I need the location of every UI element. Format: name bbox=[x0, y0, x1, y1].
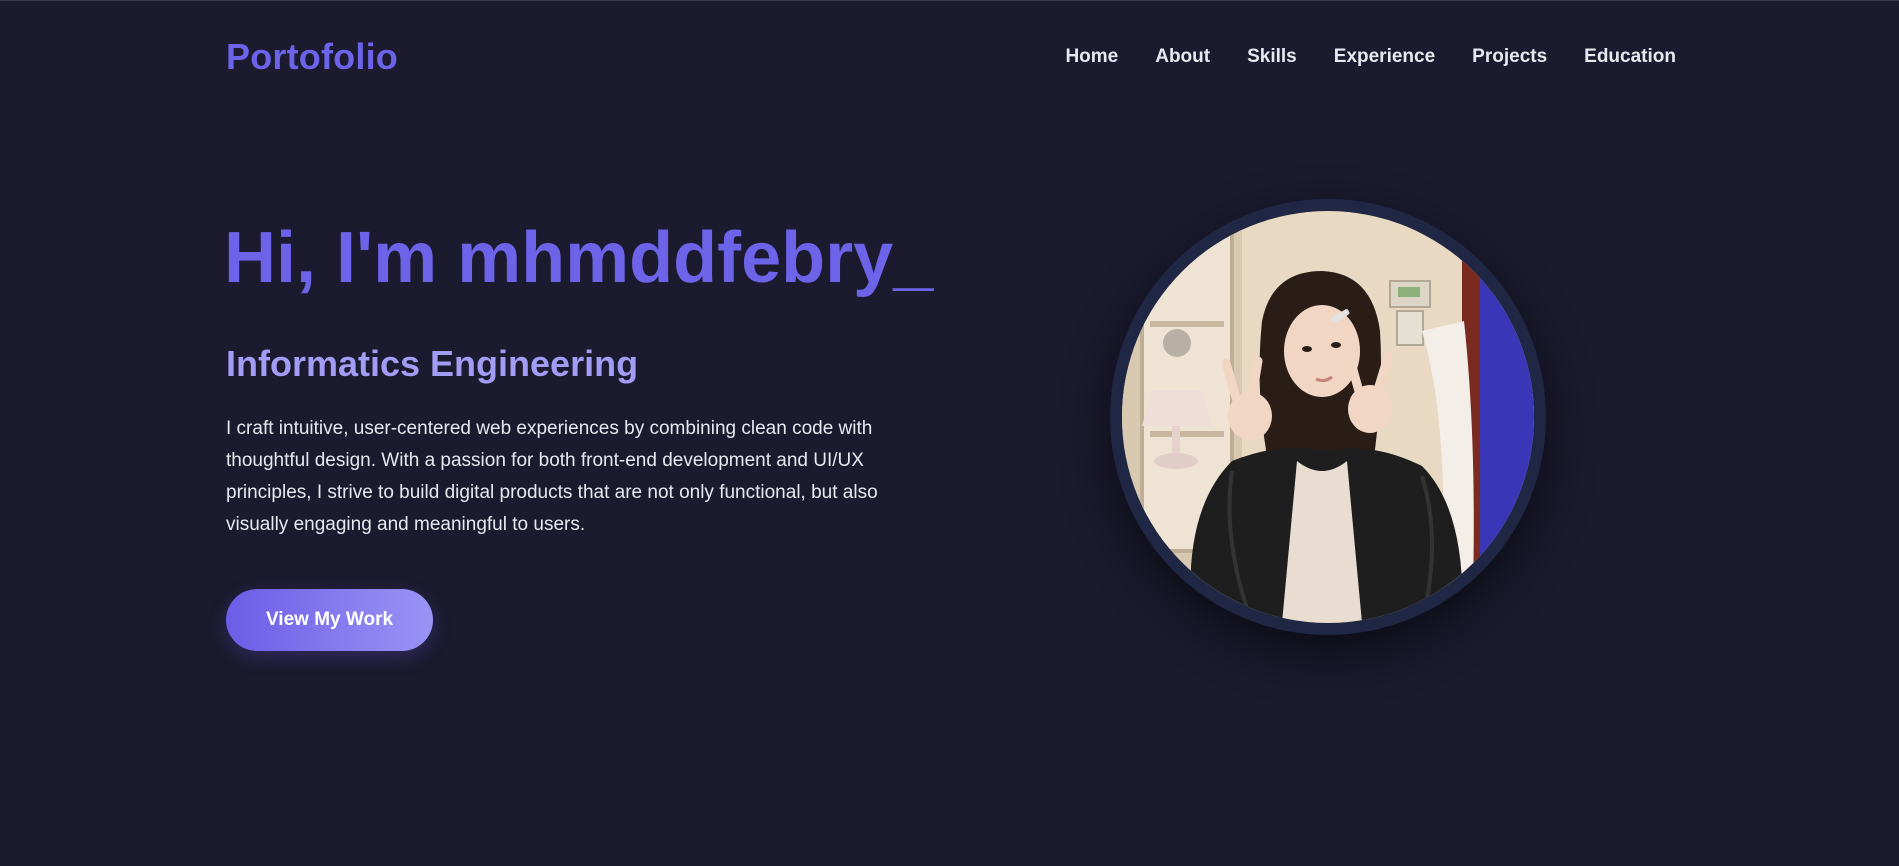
view-my-work-button[interactable]: View My Work bbox=[226, 589, 433, 651]
navbar: Portofolio Home About Skills Experience … bbox=[226, 35, 1676, 79]
profile-photo-illustration bbox=[1122, 211, 1534, 623]
page: Portofolio Home About Skills Experience … bbox=[0, 0, 1899, 866]
typing-cursor: _ bbox=[893, 218, 934, 298]
nav-link-about[interactable]: About bbox=[1155, 35, 1210, 79]
hero-title: Hi, I'm mhmddfebry_ bbox=[224, 216, 933, 300]
profile-photo-frame bbox=[1110, 199, 1546, 635]
nav-link-experience[interactable]: Experience bbox=[1334, 35, 1435, 79]
hero-title-text: Hi, I'm mhmddfebry bbox=[224, 218, 894, 298]
nav-link-projects[interactable]: Projects bbox=[1472, 35, 1547, 79]
nav-link-home[interactable]: Home bbox=[1065, 35, 1118, 79]
hero-subtitle: Informatics Engineering bbox=[226, 343, 639, 384]
nav-link-education[interactable]: Education bbox=[1584, 35, 1676, 79]
logo[interactable]: Portofolio bbox=[226, 35, 398, 79]
hero-bio: I craft intuitive, user-centered web exp… bbox=[226, 418, 878, 535]
nav-link-skills[interactable]: Skills bbox=[1247, 35, 1297, 79]
nav-links: Home About Skills Experience Projects Ed… bbox=[1065, 35, 1676, 79]
profile-photo bbox=[1122, 211, 1534, 623]
